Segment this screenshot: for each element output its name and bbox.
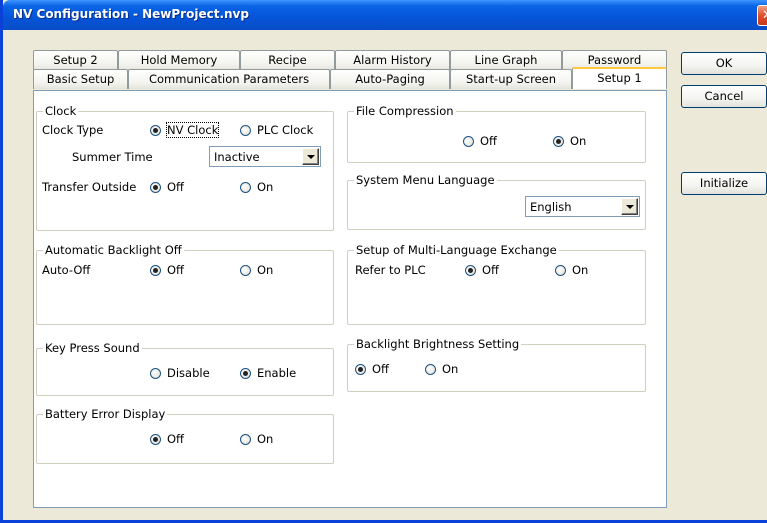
disable-label: Disable bbox=[167, 366, 210, 380]
off-label: Off bbox=[482, 263, 499, 277]
system-menu-language-group: System Menu Language English bbox=[347, 173, 646, 230]
refer-plc-on-radio[interactable]: On bbox=[555, 263, 588, 277]
setup-1-panel: Clock Clock Type NV Clock PLC Clock Summ… bbox=[33, 90, 667, 508]
clock-type-label: Clock Type bbox=[42, 123, 104, 137]
close-icon[interactable]: ✕ bbox=[757, 5, 767, 26]
enable-label: Enable bbox=[257, 366, 297, 380]
radio-selected-icon bbox=[355, 363, 366, 375]
on-label: On bbox=[572, 263, 589, 277]
off-label: Off bbox=[167, 180, 184, 194]
key-press-sound-legend: Key Press Sound bbox=[43, 341, 142, 355]
radio-selected-icon bbox=[150, 433, 161, 445]
backlight-brightness-legend: Backlight Brightness Setting bbox=[354, 337, 522, 351]
file-compression-group: File Compression Off On bbox=[347, 104, 646, 163]
title-bar[interactable]: NV Configuration - NewProject.nvp ✕ bbox=[3, 0, 767, 30]
battery-error-legend: Battery Error Display bbox=[43, 407, 168, 421]
brightness-on-radio[interactable]: On bbox=[425, 362, 458, 376]
auto-off-off-radio[interactable]: Off bbox=[150, 263, 184, 277]
brightness-off-radio[interactable]: Off bbox=[355, 362, 389, 376]
tab-basic-setup[interactable]: Basic Setup bbox=[33, 69, 128, 89]
radio-selected-icon bbox=[240, 367, 251, 379]
compression-off-radio[interactable]: Off bbox=[463, 134, 497, 148]
language-value: English bbox=[530, 200, 572, 214]
tab-start-up-screen[interactable]: Start-up Screen bbox=[450, 69, 572, 89]
off-label: Off bbox=[480, 134, 497, 148]
summer-time-select[interactable]: Inactive bbox=[209, 146, 321, 167]
radio-icon bbox=[240, 124, 251, 136]
radio-icon bbox=[150, 367, 161, 379]
radio-icon bbox=[240, 433, 251, 445]
backlight-off-legend: Automatic Backlight Off bbox=[43, 243, 184, 257]
refer-to-plc-label: Refer to PLC bbox=[355, 263, 426, 277]
key-sound-enable-radio[interactable]: Enable bbox=[240, 366, 296, 380]
off-label: Off bbox=[372, 362, 389, 376]
off-label: Off bbox=[167, 263, 184, 277]
on-label: On bbox=[442, 362, 459, 376]
radio-icon bbox=[463, 135, 474, 147]
nv-clock-radio[interactable]: NV Clock bbox=[150, 122, 220, 138]
key-sound-disable-radio[interactable]: Disable bbox=[150, 366, 210, 380]
tab-recipe[interactable]: Recipe bbox=[240, 50, 335, 70]
tab-alarm-history[interactable]: Alarm History bbox=[335, 50, 450, 70]
transfer-outside-label: Transfer Outside bbox=[42, 180, 137, 194]
radio-selected-icon bbox=[150, 264, 161, 276]
radio-icon bbox=[240, 181, 251, 193]
chevron-down-icon[interactable] bbox=[621, 198, 638, 215]
radio-icon bbox=[425, 363, 436, 375]
summer-time-value: Inactive bbox=[214, 150, 260, 164]
initialize-button[interactable]: Initialize bbox=[681, 172, 767, 195]
language-select[interactable]: English bbox=[525, 196, 640, 217]
battery-on-radio[interactable]: On bbox=[240, 432, 273, 446]
on-label: On bbox=[257, 263, 274, 277]
multi-language-exchange-legend: Setup of Multi-Language Exchange bbox=[354, 243, 559, 257]
plc-clock-radio[interactable]: PLC Clock bbox=[240, 123, 313, 137]
key-press-sound-group: Key Press Sound Disable Enable bbox=[36, 341, 334, 396]
auto-off-on-radio[interactable]: On bbox=[240, 263, 273, 277]
tab-hold-memory[interactable]: Hold Memory bbox=[118, 50, 240, 70]
tab-auto-paging[interactable]: Auto-Paging bbox=[330, 69, 450, 89]
tab-communication-parameters[interactable]: Communication Parameters bbox=[128, 69, 330, 89]
on-label: On bbox=[257, 432, 274, 446]
clock-legend: Clock bbox=[43, 104, 79, 118]
clock-group: Clock Clock Type NV Clock PLC Clock Summ… bbox=[36, 104, 334, 231]
multi-language-exchange-group: Setup of Multi-Language Exchange Refer t… bbox=[347, 243, 646, 325]
backlight-brightness-group: Backlight Brightness Setting Off On bbox=[347, 337, 646, 392]
radio-selected-icon bbox=[150, 124, 161, 136]
radio-icon bbox=[240, 264, 251, 276]
on-label: On bbox=[570, 134, 587, 148]
refer-plc-off-radio[interactable]: Off bbox=[465, 263, 499, 277]
tab-line-graph[interactable]: Line Graph bbox=[450, 50, 562, 70]
transfer-outside-off-radio[interactable]: Off bbox=[150, 180, 184, 194]
compression-on-radio[interactable]: On bbox=[553, 134, 586, 148]
nv-configuration-dialog: NV Configuration - NewProject.nvp ✕ Setu… bbox=[0, 0, 767, 523]
window-title: NV Configuration - NewProject.nvp bbox=[13, 7, 249, 21]
nv-clock-label: NV Clock bbox=[165, 122, 220, 138]
chevron-down-icon[interactable] bbox=[302, 148, 319, 165]
radio-icon bbox=[555, 264, 566, 276]
radio-selected-icon bbox=[150, 181, 161, 193]
tab-setup-1[interactable]: Setup 1 bbox=[572, 67, 667, 89]
tab-setup-2[interactable]: Setup 2 bbox=[33, 50, 118, 70]
off-label: Off bbox=[167, 432, 184, 446]
plc-clock-label: PLC Clock bbox=[257, 123, 314, 137]
backlight-off-group: Automatic Backlight Off Auto-Off Off On bbox=[36, 243, 334, 325]
auto-off-label: Auto-Off bbox=[42, 263, 91, 277]
ok-button[interactable]: OK bbox=[681, 52, 767, 75]
on-label: On bbox=[257, 180, 274, 194]
battery-error-group: Battery Error Display Off On bbox=[36, 407, 334, 464]
system-menu-language-legend: System Menu Language bbox=[354, 173, 497, 187]
file-compression-legend: File Compression bbox=[354, 104, 456, 118]
battery-off-radio[interactable]: Off bbox=[150, 432, 184, 446]
radio-selected-icon bbox=[553, 135, 564, 147]
transfer-outside-on-radio[interactable]: On bbox=[240, 180, 273, 194]
summer-time-label: Summer Time bbox=[72, 150, 153, 164]
radio-selected-icon bbox=[465, 264, 476, 276]
cancel-button[interactable]: Cancel bbox=[681, 85, 767, 108]
